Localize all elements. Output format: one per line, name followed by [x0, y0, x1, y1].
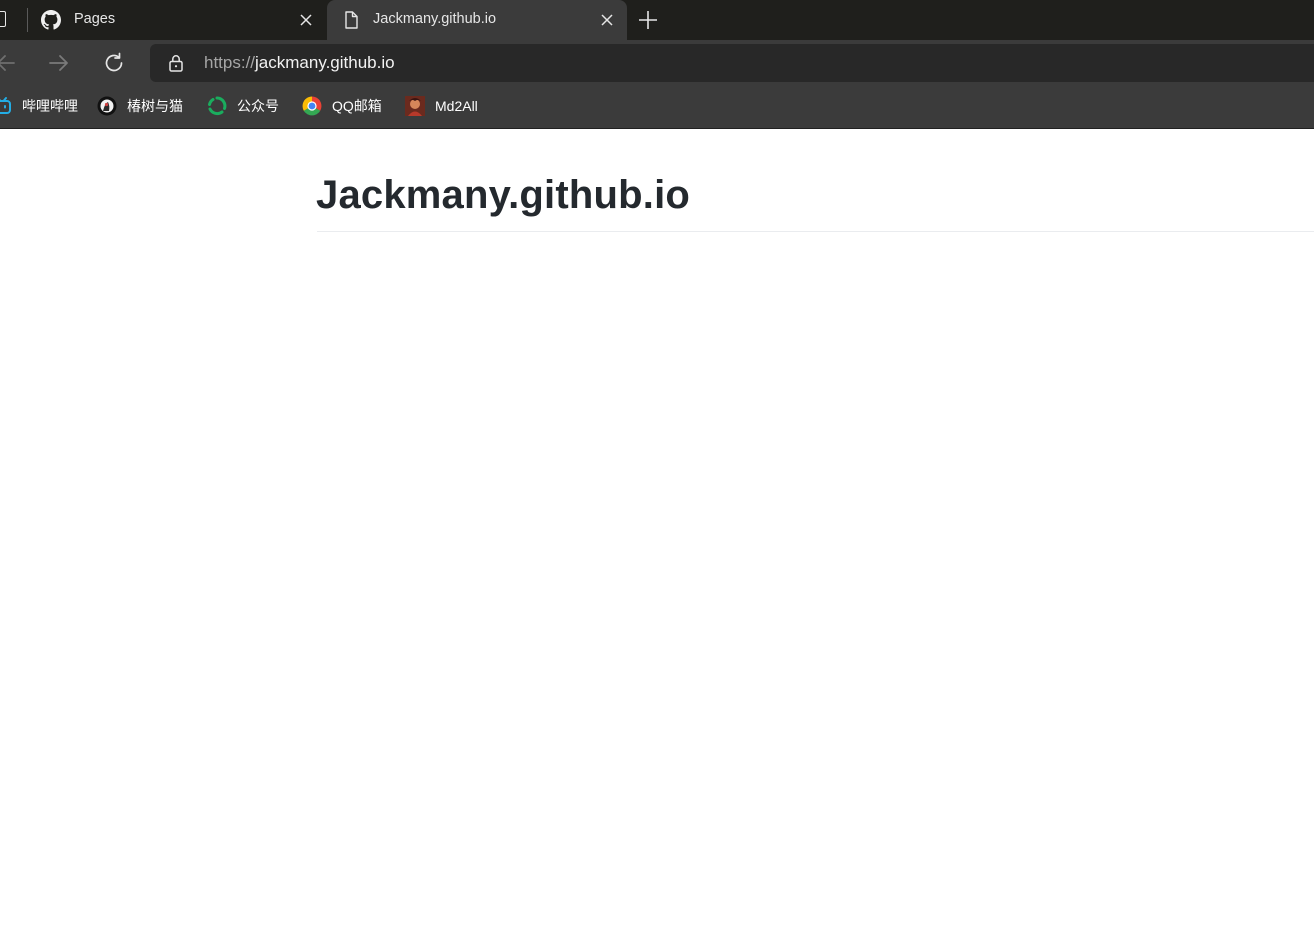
md2all-icon [405, 96, 425, 116]
new-tab-icon[interactable] [636, 8, 660, 32]
page-title: Jackmany.github.io [316, 173, 691, 217]
tab-pages[interactable]: Pages [30, 0, 326, 40]
bookmark-md2all[interactable]: Md2All [405, 86, 478, 126]
bookmark-label: QQ邮箱 [332, 98, 382, 114]
tab-strip: Pages Jackmany.github.io [0, 0, 1314, 40]
github-icon [41, 10, 61, 30]
close-tab-icon[interactable] [298, 12, 314, 28]
file-icon [345, 11, 358, 29]
address-bar[interactable]: https://jackmany.github.io [150, 44, 1314, 82]
close-tab-icon[interactable] [599, 12, 615, 28]
tab-jackmany[interactable]: Jackmany.github.io [327, 0, 627, 40]
bilibili-icon [0, 97, 11, 114]
bookmarks-bar: 哔哩哔哩 椿树与猫 公众号 QQ邮箱 Md2All [0, 86, 1314, 129]
bookmark-bilibili[interactable]: 哔哩哔哩 [0, 86, 78, 126]
browser-window: Pages Jackmany.github.io https://jackman… [0, 0, 1314, 949]
title-divider [317, 231, 1314, 232]
lock-icon[interactable] [166, 53, 186, 73]
wechat-official-icon [208, 96, 227, 116]
back-arrow-icon[interactable] [0, 51, 18, 75]
page-content: Jackmany.github.io [0, 129, 1314, 949]
bookmark-qqmail[interactable]: QQ邮箱 [302, 86, 382, 126]
tab-title: Pages [74, 11, 116, 27]
tab-title: Jackmany.github.io [373, 11, 497, 27]
avatar-icon [97, 96, 117, 116]
qq-mail-icon [302, 96, 322, 116]
tab-actions-icon[interactable] [0, 11, 6, 27]
tab-separator [27, 8, 28, 32]
bookmark-label: 椿树与猫 [127, 98, 183, 114]
forward-arrow-icon[interactable] [47, 51, 71, 75]
reload-icon[interactable] [102, 51, 126, 75]
bookmark-label: 哔哩哔哩 [22, 98, 78, 114]
bookmark-label: 公众号 [237, 98, 279, 114]
url-scheme: https:// [204, 53, 256, 72]
bookmark-chunshu[interactable]: 椿树与猫 [97, 86, 183, 126]
url-host: jackmany.github.io [255, 53, 395, 72]
bookmark-gongzhonghao[interactable]: 公众号 [207, 86, 279, 126]
toolbar: https://jackmany.github.io [0, 40, 1314, 86]
url-text[interactable]: https://jackmany.github.io [204, 53, 395, 73]
bookmark-label: Md2All [435, 98, 478, 114]
